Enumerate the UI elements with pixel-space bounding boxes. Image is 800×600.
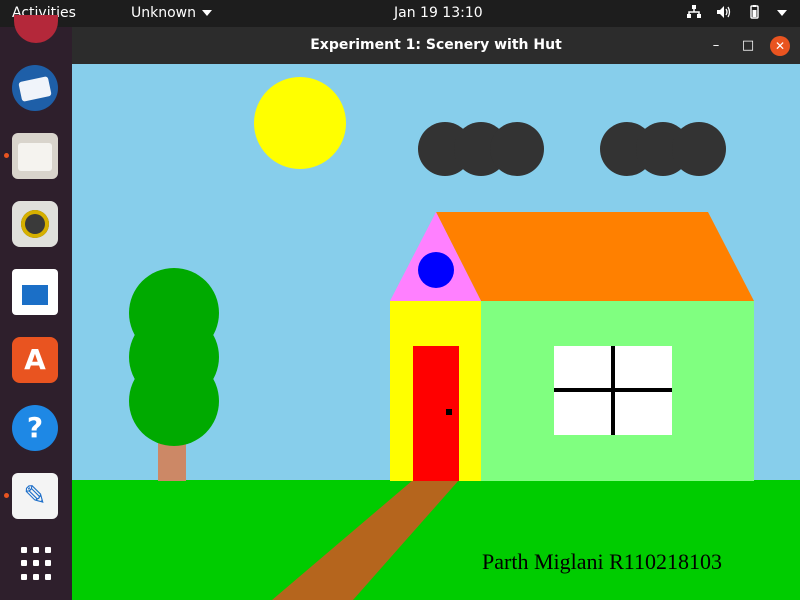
- app-window: Experiment 1: Scenery with Hut – □ ✕ Par…: [72, 27, 800, 600]
- thunderbird-icon[interactable]: [12, 65, 58, 111]
- files-icon[interactable]: [12, 133, 58, 179]
- help-icon[interactable]: ?: [12, 405, 58, 451]
- tree-trunk: [158, 440, 186, 481]
- text-editor-icon[interactable]: ✎: [12, 473, 58, 519]
- battery-icon: [746, 5, 762, 23]
- app-icon[interactable]: [14, 15, 58, 43]
- dock: A ? ✎: [0, 15, 72, 600]
- software-icon[interactable]: A: [12, 337, 58, 383]
- minimize-button[interactable]: –: [706, 36, 726, 56]
- writer-icon[interactable]: [12, 269, 58, 315]
- clock[interactable]: Jan 19 13:10: [394, 5, 483, 21]
- chevron-down-icon: [202, 10, 212, 16]
- roof: [436, 212, 754, 301]
- volume-icon: [716, 5, 732, 23]
- title-bar[interactable]: Experiment 1: Scenery with Hut – □ ✕: [72, 27, 800, 64]
- top-bar: Activities Unknown Jan 19 13:10: [0, 0, 800, 27]
- tree-leaves: [129, 268, 219, 446]
- drawing-canvas: Parth Miglani R110218103: [72, 64, 800, 600]
- window-frame-horizontal: [554, 388, 672, 392]
- scenery-drawing: Parth Miglani R110218103: [72, 64, 800, 600]
- cloud: [600, 122, 726, 176]
- door: [413, 346, 459, 481]
- signature-text: Parth Miglani R110218103: [482, 549, 722, 574]
- rhythmbox-icon[interactable]: [12, 201, 58, 247]
- door-knob: [446, 409, 452, 415]
- close-button[interactable]: ✕: [770, 36, 790, 56]
- maximize-button[interactable]: □: [738, 36, 758, 56]
- gable-window: [418, 252, 454, 288]
- running-indicator: [4, 493, 9, 498]
- chevron-down-icon: [776, 6, 788, 22]
- running-indicator: [4, 153, 9, 158]
- sun: [254, 77, 346, 169]
- app-menu-label: Unknown: [131, 5, 196, 21]
- network-icon: [686, 5, 702, 23]
- system-status-area[interactable]: [686, 5, 788, 23]
- window-title: Experiment 1: Scenery with Hut: [310, 37, 562, 53]
- show-apps-icon[interactable]: [19, 547, 53, 581]
- cloud: [418, 122, 544, 176]
- app-menu[interactable]: Unknown: [131, 5, 212, 21]
